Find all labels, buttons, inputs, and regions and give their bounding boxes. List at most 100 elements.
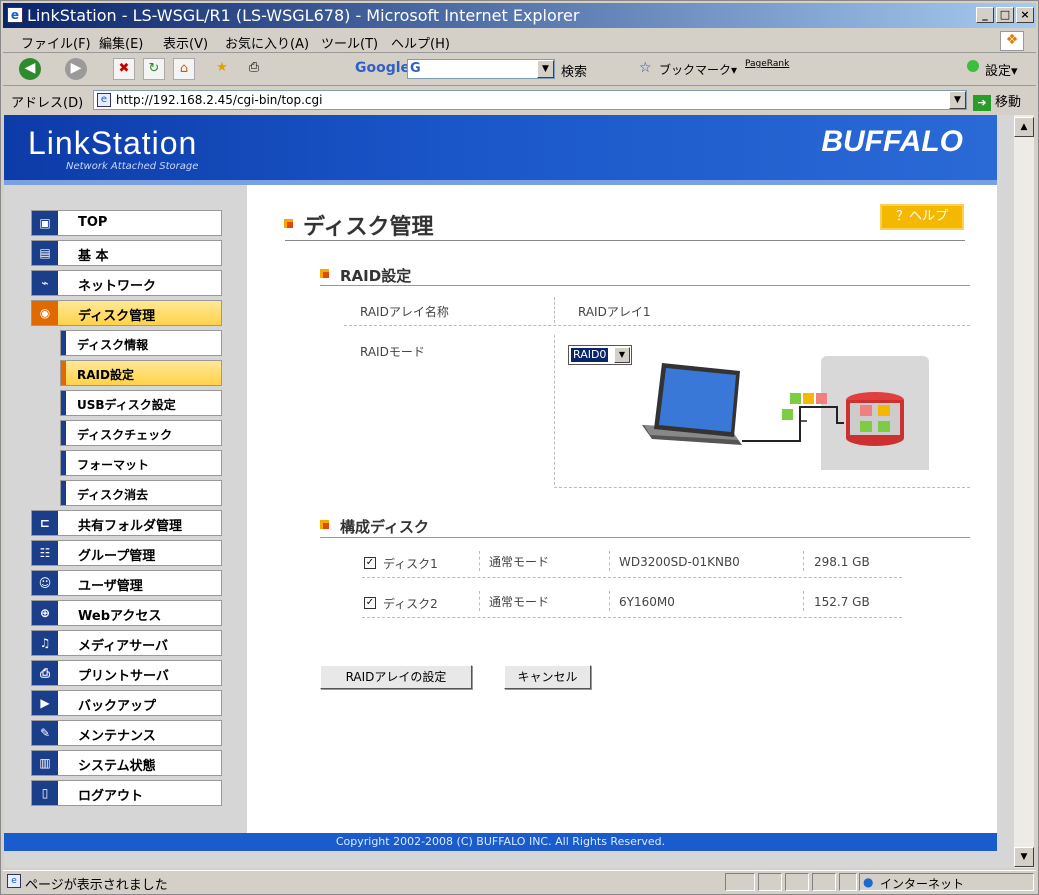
subnav-bar: [61, 481, 66, 505]
address-dropdown-icon[interactable]: ▼: [949, 91, 966, 109]
raid-mode-select[interactable]: RAID0 ▼: [568, 345, 632, 365]
menu-file[interactable]: ファイル(F): [21, 33, 91, 52]
address-input[interactable]: e http://192.168.2.45/cgi-bin/top.cgi ▼: [93, 90, 967, 110]
field-divider: [554, 487, 970, 488]
top-icon: ▣: [32, 211, 58, 235]
google-search-input[interactable]: G ▼: [407, 59, 555, 79]
nav-item-group[interactable]: ☷ グループ管理: [31, 540, 222, 566]
subnav-bar: [61, 331, 66, 355]
buffalo-logo: BUFFALO: [821, 125, 963, 158]
scroll-down-icon[interactable]: ▼: [1014, 847, 1034, 867]
field-divider: [344, 325, 970, 326]
nav-item-network[interactable]: ⌁ ネットワーク: [31, 270, 222, 296]
nav-item-disk[interactable]: ◉ ディスク管理: [31, 300, 222, 326]
group-icon: ☷: [32, 541, 58, 565]
nav-item-backup[interactable]: ▶ バックアップ: [31, 690, 222, 716]
field-separator: [554, 297, 555, 323]
disk1-checkbox[interactable]: ✓: [364, 557, 376, 569]
page-content: LinkStation Network Attached Storage BUF…: [4, 115, 1014, 868]
cell-separator: [479, 551, 480, 571]
nav-item-print-server[interactable]: ⎙ プリントサーバ: [31, 660, 222, 686]
disk2-checkbox[interactable]: ✓: [364, 597, 376, 609]
page-status-icon: e: [7, 874, 21, 888]
menu-favorites[interactable]: お気に入り(A): [225, 33, 309, 52]
nav-item-media-server[interactable]: ♫ メディアサーバ: [31, 630, 222, 656]
zone-pane: ● インターネット: [859, 873, 1034, 891]
backup-icon: ▶: [32, 691, 58, 715]
nav-item-user[interactable]: ☺ ユーザ管理: [31, 570, 222, 596]
nav-item-logout[interactable]: ▯ ログアウト: [31, 780, 222, 806]
maximize-button[interactable]: □: [996, 7, 1014, 23]
print-server-icon: ⎙: [32, 661, 58, 685]
google-logo: Google: [355, 60, 411, 76]
menu-view[interactable]: 表示(V): [163, 33, 208, 52]
nav-item-web-access[interactable]: ⊕ Webアクセス: [31, 600, 222, 626]
nav-item-basic[interactable]: ▤ 基 本: [31, 240, 222, 266]
menu-edit[interactable]: 編集(E): [99, 33, 143, 52]
disks-section-title: 構成ディスク: [340, 518, 429, 536]
linkstation-logo: LinkStation: [28, 125, 198, 161]
cancel-button[interactable]: キャンセル: [504, 665, 591, 689]
go-arrow-icon: ➔: [973, 94, 991, 111]
basic-icon: ▤: [32, 241, 58, 265]
raid-mode-value: RAID0: [571, 348, 609, 362]
google-dropdown-icon[interactable]: ▼: [537, 60, 554, 78]
disk1-name: ディスク1: [383, 557, 438, 571]
settings-icon: [967, 60, 979, 72]
stop-icon[interactable]: ✖: [113, 58, 135, 80]
field-separator: [554, 335, 555, 485]
disk1-model: WD3200SD-01KNB0: [619, 555, 740, 569]
row-divider: [362, 617, 902, 618]
help-button[interactable]: ？ヘルプ: [880, 204, 964, 230]
scroll-up-icon[interactable]: ▲: [1014, 117, 1034, 137]
refresh-icon[interactable]: ↻: [143, 58, 165, 80]
address-bar: アドレス(D) e http://192.168.2.45/cgi-bin/to…: [3, 87, 1036, 113]
zone-text: インターネット: [880, 877, 965, 891]
home-icon[interactable]: ⌂: [173, 58, 195, 80]
vertical-scrollbar[interactable]: ▲ ▼: [1014, 115, 1034, 868]
favorites-star-icon[interactable]: ★: [211, 58, 233, 80]
subnav-format[interactable]: フォーマット: [60, 450, 222, 476]
raid-name-label: RAIDアレイ名称: [360, 305, 449, 319]
cell-separator: [803, 551, 804, 571]
disk1-mode: 通常モード: [489, 555, 550, 569]
menu-tools[interactable]: ツール(T): [321, 33, 378, 52]
back-icon[interactable]: ◀: [19, 58, 41, 80]
status-bar: e ページが表示されました ● インターネット: [3, 870, 1036, 893]
cell-separator: [479, 591, 480, 611]
subnav-disk-check[interactable]: ディスクチェック: [60, 420, 222, 446]
subnav-disk-erase[interactable]: ディスク消去: [60, 480, 222, 506]
disks-section-divider: [320, 537, 970, 538]
nav-item-system-status[interactable]: ▥ システム状態: [31, 750, 222, 776]
chevron-down-icon[interactable]: ▼: [614, 347, 630, 363]
disk2-size: 152.7 GB: [814, 595, 870, 609]
settings-button[interactable]: 設定▾: [985, 60, 1018, 79]
nav-item-maintenance[interactable]: ✎ メンテナンス: [31, 720, 222, 746]
status-pane: [758, 873, 782, 891]
page-icon: e: [97, 93, 111, 107]
bookmark-star-icon[interactable]: ☆: [639, 60, 652, 76]
pagerank-button[interactable]: PageRank: [745, 59, 789, 69]
subnav-disk-info[interactable]: ディスク情報: [60, 330, 222, 356]
subnav-usb-disk[interactable]: USBディスク設定: [60, 390, 222, 416]
cell-separator: [609, 591, 610, 611]
print-icon[interactable]: ⎙: [243, 58, 265, 80]
search-button[interactable]: 検索: [561, 61, 587, 80]
bookmark-button[interactable]: ブックマーク▾: [659, 61, 737, 78]
nav-item-shared-folder[interactable]: ⊏ 共有フォルダ管理: [31, 510, 222, 536]
minimize-button[interactable]: _: [976, 7, 994, 23]
go-button[interactable]: ➔ 移動: [973, 91, 1021, 111]
address-label: アドレス(D): [11, 96, 84, 111]
subnav-raid[interactable]: RAID設定: [60, 360, 222, 386]
section-bullet-icon: [320, 520, 329, 529]
media-server-icon: ♫: [32, 631, 58, 655]
linkstation-subtitle: Network Attached Storage: [66, 161, 199, 172]
menu-help[interactable]: ヘルプ(H): [391, 33, 450, 52]
close-button[interactable]: ×: [1016, 7, 1034, 23]
raid-apply-button[interactable]: RAIDアレイの設定: [320, 665, 472, 689]
raid-mode-label: RAIDモード: [360, 345, 425, 359]
nav-item-top[interactable]: ▣ TOP: [31, 210, 222, 236]
main-panel: ディスク管理 ？ヘルプ RAID設定 RAIDアレイ名称 RAIDアレイ1 RA…: [247, 185, 997, 833]
forward-icon[interactable]: ▶: [65, 58, 87, 80]
subnav-bar: [61, 451, 66, 475]
